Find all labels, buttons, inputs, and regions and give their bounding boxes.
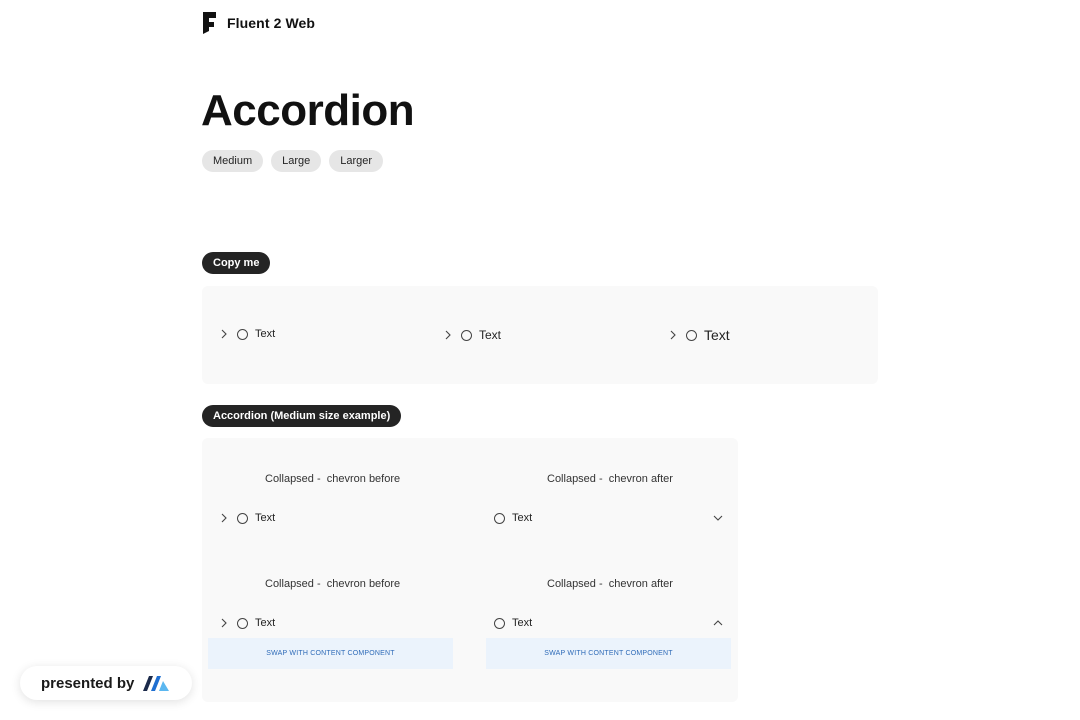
chevron-right-icon — [670, 330, 676, 340]
content-placeholder: SWAP WITH CONTENT COMPONENT — [208, 638, 453, 669]
brand[interactable]: Fluent 2 Web — [202, 11, 315, 34]
accordion-label: Text — [255, 512, 276, 524]
size-chips: Medium Large Larger — [202, 150, 384, 172]
accordion-label: Text — [255, 617, 276, 629]
accordion-header-chevron-after[interactable]: Text — [494, 512, 724, 524]
size-chip-large[interactable]: Large — [271, 150, 322, 172]
example-caption: Collapsed - chevron before — [265, 578, 401, 590]
circle-icon — [237, 617, 248, 629]
accordion-header-chevron-after[interactable]: Text — [494, 617, 724, 629]
circle-icon — [494, 512, 505, 524]
size-chip-medium[interactable]: Medium — [202, 150, 264, 172]
brand-name: Fluent 2 Web — [227, 14, 316, 31]
circle-icon — [237, 512, 248, 524]
fluent-logo-icon — [203, 12, 216, 34]
chevron-right-icon — [221, 329, 227, 339]
section-tag-medium-example: Accordion (Medium size example) — [202, 405, 402, 427]
presented-by-label: presented by — [41, 674, 135, 692]
page-title: Accordion — [201, 86, 415, 135]
circle-icon — [237, 328, 248, 340]
accordion-header-chevron-before[interactable]: Text — [218, 617, 275, 629]
presented-by-badge[interactable]: presented by — [20, 666, 192, 700]
accordion-header-large[interactable]: Text — [442, 328, 501, 342]
chevron-up-icon — [713, 620, 723, 626]
circle-icon — [494, 617, 505, 629]
accordion-label: Text — [704, 327, 730, 343]
copy-me-panel: Text Text Text — [202, 286, 878, 384]
example-caption: Collapsed - chevron before — [265, 473, 401, 485]
accordion-header-larger[interactable]: Text — [667, 327, 730, 343]
accordion-label: Text — [479, 328, 502, 342]
presenter-logo-icon — [143, 676, 170, 691]
chevron-down-icon — [713, 515, 723, 521]
accordion-label: Text — [512, 617, 533, 629]
chevron-right-icon — [445, 330, 451, 340]
accordion-header-chevron-before[interactable]: Text — [218, 512, 275, 524]
accordion-label: Text — [255, 328, 276, 340]
medium-example-panel: Collapsed - chevron before Text Collapse… — [202, 438, 738, 702]
example-caption: Collapsed - chevron after — [547, 473, 673, 485]
example-caption: Collapsed - chevron after — [547, 578, 673, 590]
size-chip-larger[interactable]: Larger — [329, 150, 384, 172]
accordion-label: Text — [512, 512, 533, 524]
chevron-right-icon — [221, 618, 227, 628]
accordion-header-medium[interactable]: Text — [218, 328, 275, 340]
circle-icon — [461, 329, 472, 341]
content-placeholder: SWAP WITH CONTENT COMPONENT — [486, 638, 731, 669]
chevron-right-icon — [221, 513, 227, 523]
section-tag-copy-me: Copy me — [202, 252, 271, 274]
circle-icon — [686, 329, 697, 341]
